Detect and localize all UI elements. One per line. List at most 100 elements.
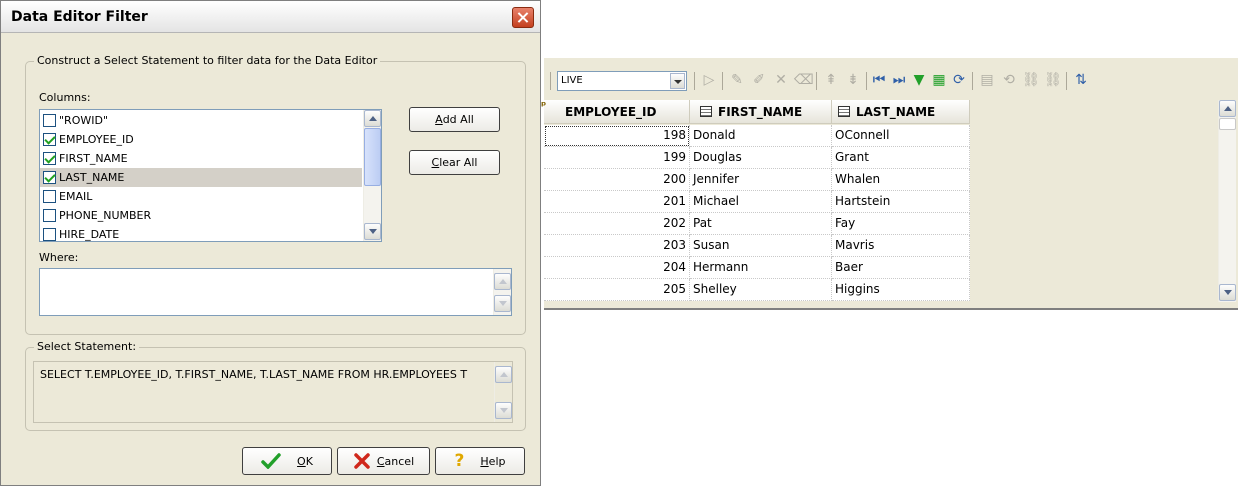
dialog-titlebar[interactable]: Data Editor Filter [1,1,540,33]
dialog-title: Data Editor Filter [11,9,148,25]
cell-first-name[interactable]: Michael [690,191,832,213]
scroll-up-icon[interactable] [1219,100,1236,117]
column-item-hire-date[interactable]: HIRE_DATE [40,225,362,241]
cancel-button[interactable]: Cancel [337,447,430,475]
cell-employee-id[interactable]: 205 [544,279,690,301]
scroll-down-icon[interactable] [1219,284,1236,301]
help-button[interactable]: ? Help [435,447,525,475]
column-checkbox-hire-date[interactable] [43,228,56,241]
cell-last-name[interactable]: OConnell [832,125,970,147]
column-name: LAST_NAME [59,171,125,184]
cell-employee-id[interactable]: 201 [544,191,690,213]
column-header-first-name[interactable]: FIRST_NAME [690,100,832,124]
scroll-thumb[interactable] [1219,118,1236,130]
ok-button[interactable]: OK [242,447,332,475]
column-name: "ROWID" [59,114,109,127]
clear-all-button[interactable]: Clear All [409,150,500,175]
data-editor-panel: LIVE ▷ ✎ ✐ ✕ ⌫ ⇞ ⇟ ⏮ ⏭ ▼ ▦ ⟳ ▤ ⟲ ⛓ ⛓ ⇅ ᵖ… [541,58,1238,310]
scroll-up-icon[interactable] [494,273,511,290]
where-input[interactable] [39,268,512,316]
eraser-icon[interactable]: ⌫ [794,71,814,89]
columns-list[interactable]: "ROWID" EMPLOYEE_ID FIRST_NAME LAST_NAME… [39,109,382,242]
cell-last-name[interactable]: Fay [832,213,970,235]
cell-last-name[interactable]: Whalen [832,169,970,191]
add-all-button[interactable]: Add All [409,107,500,132]
select-scrollbar[interactable] [494,362,512,422]
connection-value: LIVE [561,75,583,86]
where-scrollbar[interactable] [493,269,511,315]
cell-employee-id[interactable]: 204 [544,257,690,279]
post-icon[interactable]: ⇞ [822,71,840,89]
refresh-icon[interactable]: ⟳ [950,71,968,89]
execute-icon[interactable]: ▷ [700,71,718,89]
cell-first-name[interactable]: Shelley [690,279,832,301]
column-checkbox-first-name[interactable] [43,152,56,165]
cell-first-name[interactable]: Pat [690,213,832,235]
toolbar-separator [816,72,817,90]
sort-icon[interactable]: ⇅ [1072,71,1090,89]
link-icon[interactable]: ⛓ [1022,71,1040,89]
cell-last-name[interactable]: Higgins [832,279,970,301]
sync-icon[interactable]: ⟲ [1000,71,1018,89]
last-record-icon[interactable]: ⏭ [890,71,908,89]
column-type-icon [700,106,712,117]
cancel-mnemonic: C [376,454,385,468]
column-header-last-name[interactable]: LAST_NAME [832,100,970,124]
column-item-email[interactable]: EMAIL [40,187,362,206]
cell-first-name[interactable]: Susan [690,235,832,257]
scroll-up-icon[interactable] [364,110,381,127]
cell-last-name[interactable]: Grant [832,147,970,169]
where-label: Where: [39,251,79,264]
scroll-thumb[interactable] [364,128,381,186]
cell-first-name[interactable]: Hermann [690,257,832,279]
first-record-icon[interactable]: ⏮ [870,71,888,89]
cancel-edit-icon[interactable]: ⇟ [844,71,862,89]
ok-mnemonic: O [297,454,306,468]
filter-icon[interactable]: ▼ [910,71,928,89]
cell-last-name[interactable]: Hartstein [832,191,970,213]
construct-group-label: Construct a Select Statement to filter d… [34,54,381,67]
cancel-label: ancel [384,454,415,468]
column-checkbox-last-name[interactable] [43,171,56,184]
cancel-x-icon [354,453,370,469]
cell-employee-id[interactable]: 198 [544,125,690,147]
cell-first-name[interactable]: Donald [690,125,832,147]
column-item-first-name[interactable]: FIRST_NAME [40,149,362,168]
grid-view-icon[interactable]: ▤ [978,71,996,89]
unlink-icon[interactable]: ⛓ [1044,71,1062,89]
scroll-down-icon[interactable] [494,295,511,312]
column-checkbox-email[interactable] [43,190,56,203]
column-checkbox-phone-number[interactable] [43,209,56,222]
cell-employee-id[interactable]: 203 [544,235,690,257]
column-checkbox-employee-id[interactable] [43,133,56,146]
grid-scrollbar[interactable] [1218,100,1236,302]
close-icon[interactable] [512,7,534,28]
cell-employee-id[interactable]: 200 [544,169,690,191]
column-item-last-name[interactable]: LAST_NAME [40,168,362,187]
column-item-rowid[interactable]: "ROWID" [40,111,362,130]
column-checkbox-rowid[interactable] [43,114,56,127]
chevron-down-icon[interactable] [670,73,685,89]
cell-last-name[interactable]: Baer [832,257,970,279]
insert-record-icon[interactable]: ✎ [728,71,746,89]
cell-last-name[interactable]: Mavris [832,235,970,257]
column-item-employee-id[interactable]: EMPLOYEE_ID [40,130,362,149]
edit-icon[interactable]: ✐ [750,71,768,89]
filter-table-icon[interactable]: ▦ [930,71,948,89]
columns-scrollbar[interactable] [363,110,381,241]
cell-employee-id[interactable]: 202 [544,213,690,235]
scroll-down-icon[interactable] [495,402,512,419]
scroll-up-icon[interactable] [495,366,512,383]
cell-first-name[interactable]: Jennifer [690,169,832,191]
column-header-employee-id[interactable]: ᵖ EMPLOYEE_ID [541,99,690,124]
cell-first-name[interactable]: Douglas [690,147,832,169]
select-statement-value: SELECT T.EMPLOYEE_ID, T.FIRST_NAME, T.LA… [40,368,468,381]
delete-icon[interactable]: ✕ [772,71,790,89]
column-item-phone-number[interactable]: PHONE_NUMBER [40,206,362,225]
data-grid[interactable]: ᵖ EMPLOYEE_ID FIRST_NAME LAST_NAME 198 D… [541,99,1220,302]
select-statement-text: SELECT T.EMPLOYEE_ID, T.FIRST_NAME, T.LA… [33,361,513,423]
connection-select[interactable]: LIVE [557,71,687,91]
scroll-down-icon[interactable] [364,223,381,240]
cell-employee-id[interactable]: 199 [544,147,690,169]
data-editor-filter-dialog: Data Editor Filter Construct a Select St… [0,0,541,486]
